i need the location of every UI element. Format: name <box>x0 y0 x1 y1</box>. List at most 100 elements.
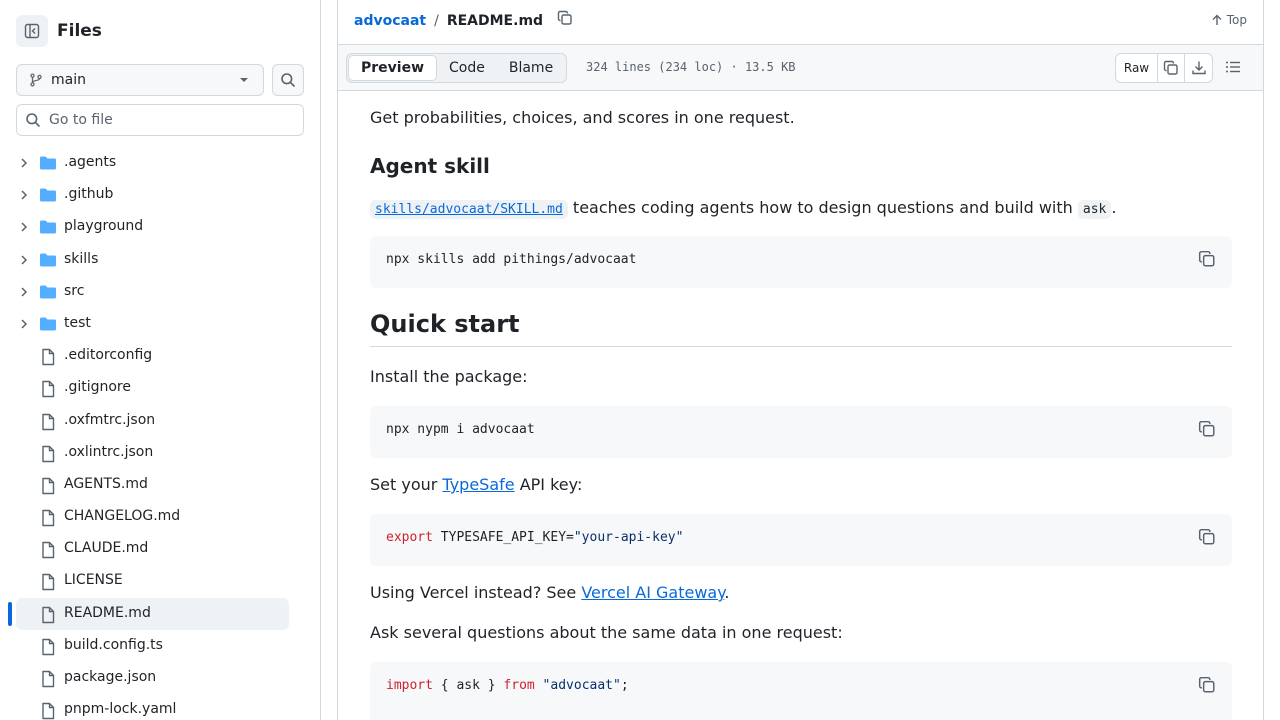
vercel-text-end: . <box>724 583 730 602</box>
collapse-sidebar-button[interactable] <box>16 15 48 47</box>
download-button[interactable] <box>1185 54 1212 82</box>
code-keyword: from <box>503 678 535 693</box>
raw-button[interactable]: Raw <box>1116 54 1158 82</box>
tree-folder-item[interactable]: src <box>0 276 320 308</box>
file-actions: Raw <box>1115 53 1213 83</box>
copy-raw-button[interactable] <box>1158 54 1185 82</box>
branch-name: main <box>51 72 86 88</box>
code-string: "advocaat" <box>534 678 621 693</box>
quick-start-heading: Quick start <box>370 310 1232 347</box>
tab-blame[interactable]: Blame <box>497 55 565 81</box>
tree-folder-item[interactable]: test <box>0 308 320 340</box>
copy-path-button[interactable] <box>557 10 573 30</box>
copy-icon <box>557 10 572 25</box>
tree-item-label: playground <box>64 218 144 235</box>
search-icon <box>281 73 296 88</box>
tree-item-label: README.md <box>64 604 151 621</box>
tree-file-item[interactable]: build.config.ts <box>0 630 320 662</box>
agent-skill-heading: Agent skill <box>370 154 490 178</box>
copy-code-button[interactable] <box>1198 528 1216 550</box>
code-variable: TYPESAFE_API_KEY= <box>432 530 574 545</box>
tree-item-label: test <box>64 314 91 331</box>
download-icon <box>1191 61 1206 75</box>
tab-code[interactable]: Code <box>437 55 497 81</box>
breadcrumb-file: README.md <box>446 13 544 29</box>
tree-item-label: LICENSE <box>64 572 123 589</box>
code-block: npx nypm i advocaat <box>370 406 1232 458</box>
tree-file-item[interactable]: .gitignore <box>0 372 320 404</box>
file-toolbar: Preview Code Blame 324 lines (234 loc) ·… <box>338 45 1263 91</box>
chevron-right-icon[interactable] <box>18 318 30 330</box>
go-to-file-input[interactable] <box>49 112 289 128</box>
outline-button[interactable] <box>1225 59 1241 79</box>
api-key-text-end: API key: <box>514 475 583 494</box>
search-files-button[interactable] <box>272 64 304 96</box>
copy-code-button[interactable] <box>1198 676 1216 698</box>
tree-file-item[interactable]: .oxlintrc.json <box>0 437 320 469</box>
tree-item-label: .oxlintrc.json <box>64 443 154 460</box>
chevron-right-icon[interactable] <box>18 157 30 169</box>
breadcrumb-repo-link[interactable]: advocaat <box>354 13 426 29</box>
vercel-gateway-link[interactable]: Vercel AI Gateway <box>581 583 724 602</box>
code-plain: { ask } <box>432 678 504 693</box>
branch-selector[interactable]: main <box>16 64 264 96</box>
chevron-right-icon[interactable] <box>18 286 30 298</box>
caret-down-icon <box>240 78 248 82</box>
tree-folder-item[interactable]: playground <box>0 211 320 243</box>
tree-item-label: skills <box>64 250 99 267</box>
vercel-text: Using Vercel instead? See <box>370 583 582 602</box>
skill-text: teaches coding agents how to design ques… <box>567 198 1078 217</box>
copy-icon <box>1198 676 1215 693</box>
chevron-right-icon[interactable] <box>18 189 30 201</box>
file-tree: .agents .github playground skills src test .ed… <box>0 147 320 720</box>
tree-file-item[interactable]: .oxfmtrc.json <box>0 405 320 437</box>
file-icon <box>42 413 55 430</box>
file-icon <box>42 606 55 623</box>
arrow-up-icon <box>1212 14 1222 25</box>
tree-folder-item[interactable]: .agents <box>0 147 320 179</box>
file-icon <box>42 477 55 495</box>
copy-code-button[interactable] <box>1198 420 1216 442</box>
git-branch-icon <box>30 73 42 87</box>
chevron-right-icon[interactable] <box>18 254 30 266</box>
back-to-top-link[interactable]: Top <box>1211 13 1247 27</box>
file-icon <box>42 348 55 366</box>
tree-file-item[interactable]: README.md <box>0 597 320 630</box>
tree-file-item[interactable]: CHANGELOG.md <box>0 501 320 533</box>
tree-item-label: pnpm-lock.yaml <box>64 701 177 718</box>
file-view: advocaat / README.md Top Preview Code Bl… <box>337 0 1264 720</box>
go-to-file-field[interactable] <box>16 104 304 136</box>
chevron-right-icon[interactable] <box>18 221 30 233</box>
folder-icon <box>40 253 56 267</box>
breadcrumb: advocaat / README.md <box>354 10 573 30</box>
skill-file-link[interactable]: skills/advocaat/SKILL.md <box>370 200 568 219</box>
copy-icon <box>1163 60 1178 75</box>
tree-file-item[interactable]: LICENSE <box>0 565 320 597</box>
folder-icon <box>40 188 56 202</box>
copy-code-button[interactable] <box>1198 250 1216 272</box>
tree-file-item[interactable]: pnpm-lock.yaml <box>0 694 320 720</box>
tree-folder-item[interactable]: .github <box>0 179 320 211</box>
tree-item-label: AGENTS.md <box>64 475 148 492</box>
tree-folder-item[interactable]: skills <box>0 244 320 276</box>
tree-file-item[interactable]: package.json <box>0 662 320 694</box>
file-icon <box>42 381 55 398</box>
view-mode-switch: Preview Code Blame <box>346 53 568 83</box>
tree-file-item[interactable]: .editorconfig <box>0 340 320 372</box>
tree-item-label: .agents <box>64 154 117 170</box>
tree-file-item[interactable]: AGENTS.md <box>0 469 320 501</box>
code-keyword: export <box>386 530 433 545</box>
tree-item-label: .editorconfig <box>64 347 153 364</box>
back-to-top-label: Top <box>1226 13 1247 27</box>
search-icon <box>26 113 41 128</box>
tab-preview[interactable]: Preview <box>348 55 438 81</box>
api-key-text: Set your <box>370 475 443 494</box>
tree-item-label: build.config.ts <box>64 636 163 653</box>
tree-item-label: .gitignore <box>64 379 131 396</box>
folder-icon <box>40 285 56 299</box>
tree-file-item[interactable]: CLAUDE.md <box>0 533 320 565</box>
file-sidebar: Files main .agents .github playground skill… <box>0 0 321 720</box>
skill-paragraph: skills/advocaat/SKILL.md teaches coding … <box>370 196 1116 222</box>
typesafe-link[interactable]: TypeSafe <box>442 475 514 494</box>
copy-icon <box>1198 250 1215 267</box>
